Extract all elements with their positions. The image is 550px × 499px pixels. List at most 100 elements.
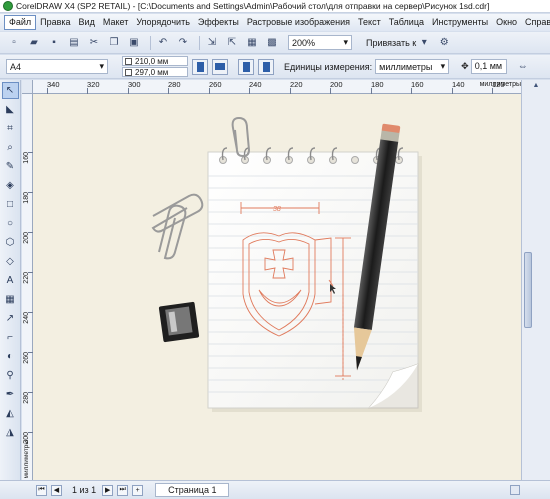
snap-to-dropdown[interactable]: Привязать к (366, 38, 416, 48)
vertical-scrollbar[interactable]: ▲ (521, 80, 550, 480)
menu-table[interactable]: Таблица (385, 15, 428, 30)
menu-edit[interactable]: Правка (36, 15, 74, 30)
menu-bitmaps[interactable]: Растровые изображения (243, 15, 354, 30)
cut-icon[interactable]: ✂ (86, 35, 102, 51)
blend-tool-icon[interactable]: ◐ (2, 348, 19, 365)
current-page-button[interactable] (258, 58, 274, 75)
zoom-tool-icon[interactable]: ⌕ (2, 139, 19, 156)
ruler-tick: 200 (330, 80, 343, 94)
dimension-label: 38 (273, 206, 281, 213)
options-icon[interactable]: ⚙ (436, 35, 452, 51)
chevron-down-icon[interactable]: ▾ (416, 35, 432, 51)
connector-tool-icon[interactable]: ⌐ (2, 329, 19, 346)
menu-bar: Файл Правка Вид Макет Упорядочить Эффект… (0, 14, 550, 31)
navigator-icon[interactable] (510, 485, 520, 495)
all-pages-button[interactable] (238, 58, 254, 75)
scrollbar-thumb[interactable] (524, 252, 532, 328)
width-icon (125, 58, 132, 65)
page-height-field[interactable]: 297,0 мм (122, 67, 188, 77)
export-icon[interactable]: ⇱ (224, 35, 240, 51)
menu-window[interactable]: Окно (492, 15, 521, 30)
text-tool-icon[interactable]: A (2, 272, 19, 289)
ruler-origin[interactable] (22, 80, 33, 94)
page-icon (262, 61, 270, 72)
menu-tools[interactable]: Инструменты (428, 15, 492, 30)
freehand-tool-icon[interactable]: ✎ (2, 158, 19, 175)
page-dimensions: 210,0 мм 297,0 мм (122, 56, 188, 77)
paper-size-select[interactable]: A4 ▾ (6, 59, 108, 74)
print-icon[interactable]: ▤ (66, 35, 82, 51)
page-width-field[interactable]: 210,0 мм (122, 56, 188, 66)
rectangle-tool-icon[interactable]: □ (2, 196, 19, 213)
ruler-tick: 320 (87, 80, 100, 94)
portrait-orientation-button[interactable] (192, 58, 208, 75)
menu-view[interactable]: Вид (75, 15, 99, 30)
ruler-tick: 280 (168, 80, 181, 94)
application-launcher-icon[interactable]: ▦ (244, 35, 260, 51)
ruler-tick: 220 (290, 80, 303, 94)
chevron-down-icon: ▾ (343, 37, 348, 47)
ellipse-tool-icon[interactable]: ○ (2, 215, 19, 232)
new-document-icon[interactable]: ▫ (6, 35, 22, 51)
drawing-canvas[interactable]: 38 (33, 94, 521, 480)
page-navigator: ⏮ ◀ 1 из 1 ▶ ⏭ + Страница 1 (0, 480, 550, 499)
eyedropper-tool-icon[interactable]: ⚲ (2, 367, 19, 384)
ruler-unit-label: миллиметры (479, 81, 521, 88)
last-page-icon[interactable]: ⏭ (117, 484, 129, 496)
units-select[interactable]: миллиметры ▾ (375, 59, 450, 74)
redo-icon[interactable]: ↷ (175, 35, 191, 51)
import-icon[interactable]: ⇲ (204, 35, 220, 51)
add-page-icon[interactable]: + (132, 484, 144, 496)
nudge-distance-field[interactable]: 0,1 мм (470, 59, 507, 74)
landscape-orientation-button[interactable] (212, 58, 228, 75)
interactive-fill-tool-icon[interactable]: ◮ (2, 424, 19, 441)
page-count: 1 из 1 (72, 485, 97, 495)
height-icon (125, 69, 132, 76)
paste-icon[interactable]: ▣ (126, 35, 142, 51)
previous-page-icon[interactable]: ◀ (51, 484, 62, 496)
smart-fill-tool-icon[interactable]: ◈ (2, 177, 19, 194)
menu-layout[interactable]: Макет (99, 15, 132, 30)
vertical-ruler[interactable]: 160 180 200 220 240 260 280 300 миллимет… (22, 94, 33, 480)
next-page-icon[interactable]: ▶ (102, 484, 114, 496)
toolbar-divider (150, 35, 151, 50)
units-value: миллиметры (379, 61, 433, 72)
pencil-sharpener[interactable] (158, 301, 200, 343)
nudge-distance: ✥ 0,1 мм (461, 59, 507, 74)
ruler-tick-label: 280 (23, 392, 30, 404)
undo-icon[interactable]: ↶ (155, 35, 171, 51)
welcome-screen-icon[interactable]: ▩ (264, 35, 280, 51)
ruler-tick: 180 (371, 80, 384, 94)
shape-tool-icon[interactable]: ◣ (2, 101, 19, 118)
menu-file[interactable]: Файл (4, 15, 37, 30)
outline-tool-icon[interactable]: ✒ (2, 386, 19, 403)
artwork: 38 (151, 116, 422, 412)
first-page-icon[interactable]: ⏮ (36, 484, 47, 496)
polygon-tool-icon[interactable]: ⬡ (2, 234, 19, 251)
fill-tool-icon[interactable]: ◭ (2, 405, 19, 422)
basic-shapes-tool-icon[interactable]: ◇ (2, 253, 19, 270)
duplicate-distance-icon[interactable]: ⇔ (515, 59, 531, 75)
scroll-up-icon[interactable]: ▲ (530, 82, 542, 94)
copy-icon[interactable]: ❐ (106, 35, 122, 51)
crop-tool-icon[interactable]: ⌗ (2, 120, 19, 137)
parallel-dimension-tool-icon[interactable]: ↗ (2, 310, 19, 327)
property-bar: A4 ▾ 210,0 мм 297,0 мм Единицы измерения… (0, 55, 550, 79)
page-tab[interactable]: Страница 1 (155, 483, 230, 497)
ruler-tick: 260 (209, 80, 222, 94)
menu-help[interactable]: Справ (521, 15, 550, 30)
horizontal-ruler[interactable]: 340 320 300 280 260 240 220 200 180 160 … (33, 80, 521, 94)
menu-arrange[interactable]: Упорядочить (132, 15, 194, 30)
ruler-tick-label: 180 (23, 192, 30, 204)
table-tool-icon[interactable]: ▦ (2, 291, 19, 308)
page-height-value: 297,0 мм (135, 68, 169, 77)
menu-text[interactable]: Текст (354, 15, 385, 30)
window-title: CorelDRAW X4 (SP2 RETAIL) - [C:\Document… (16, 1, 490, 11)
ruler-tick: 160 (411, 80, 424, 94)
pick-tool-icon[interactable]: ↖ (1, 82, 19, 99)
menu-effects[interactable]: Эффекты (194, 15, 243, 30)
zoom-levels-select[interactable]: 200% ▾ (288, 35, 352, 50)
chevron-down-icon: ▾ (99, 61, 104, 71)
save-icon[interactable]: ▪ (46, 35, 62, 51)
open-folder-icon[interactable]: ▰ (26, 35, 42, 51)
